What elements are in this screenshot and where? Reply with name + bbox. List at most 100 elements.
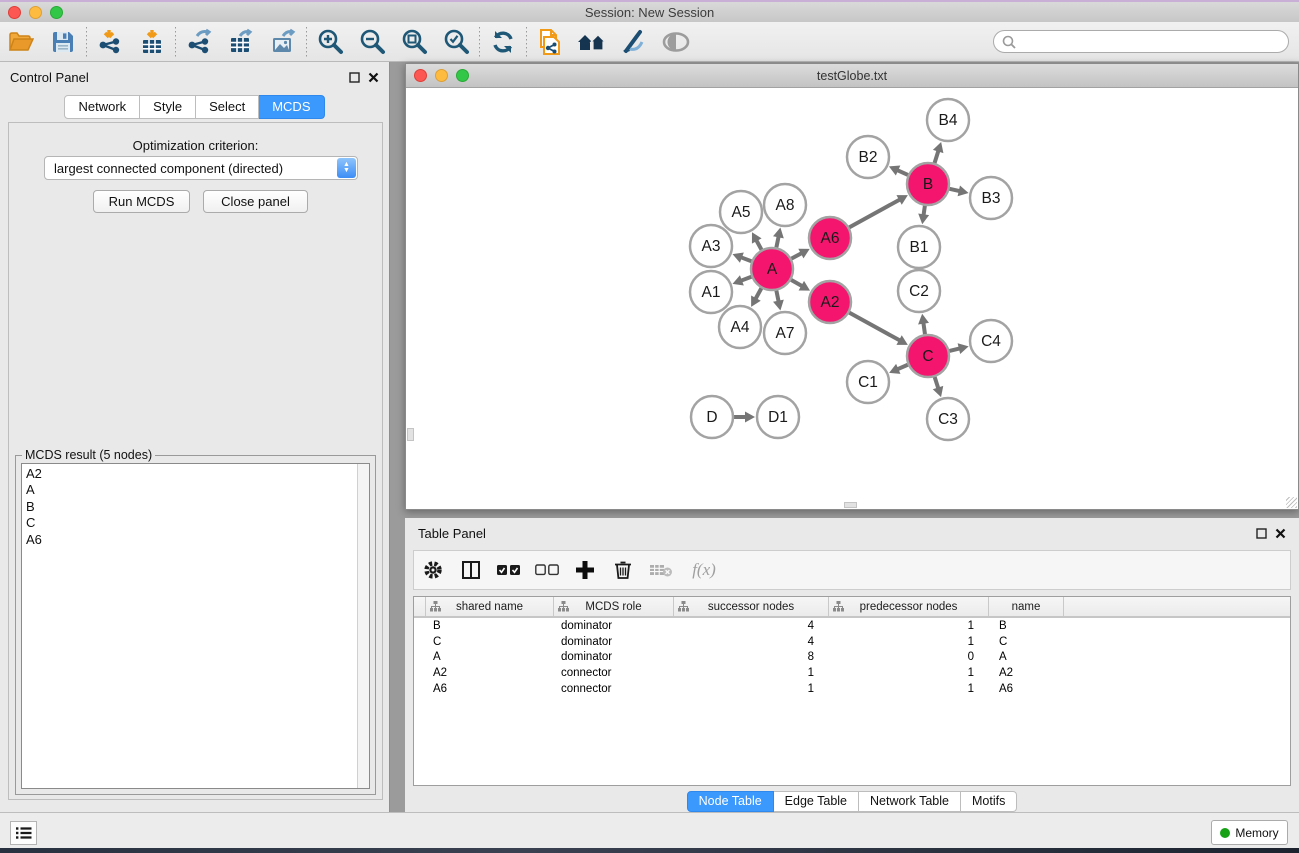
network-canvas[interactable]: B4B2BB3A8A5A6A3B1AA1C2A2A4A7C4CC1DD1C3 [406, 88, 1298, 509]
column-header-shared-name[interactable]: shared name [426, 597, 554, 616]
control-panel-title: Control Panel [10, 70, 349, 85]
graph-edge-B-B4[interactable] [935, 150, 939, 163]
edge-arrowhead [933, 142, 943, 153]
clone-network-icon[interactable] [529, 24, 571, 60]
optimization-criterion-label: Optimization criterion: [9, 138, 382, 153]
control-panel: Control Panel NetworkStyleSelectMCDS Opt… [0, 62, 390, 812]
zoom-fit-icon[interactable] [393, 24, 435, 60]
hide-graphics-details-icon[interactable] [655, 24, 697, 60]
network-window-titlebar[interactable]: testGlobe.txt [406, 64, 1298, 88]
result-list-item[interactable]: C [26, 515, 369, 531]
export-table-icon[interactable] [220, 24, 262, 60]
export-network-icon[interactable] [178, 24, 220, 60]
tab-motifs[interactable]: Motifs [961, 791, 1017, 812]
column-header-successor-nodes[interactable]: successor nodes [674, 597, 829, 616]
column-header-predecessor-nodes[interactable]: predecessor nodes [829, 597, 989, 616]
table-row[interactable]: Adominator80A [414, 650, 1290, 666]
import-table-icon[interactable] [131, 24, 173, 60]
h-scrollbar-thumb[interactable] [844, 502, 857, 508]
column-header-MCDS-role[interactable]: MCDS role [554, 597, 674, 616]
tab-style[interactable]: Style [140, 95, 196, 119]
tab-node-table[interactable]: Node Table [687, 791, 774, 812]
zoom-window-button[interactable] [50, 6, 63, 19]
float-table-panel-icon[interactable] [1256, 528, 1267, 539]
zoom-in-icon[interactable] [309, 24, 351, 60]
graph-node-label: B3 [982, 190, 1001, 207]
task-history-button[interactable] [10, 821, 37, 845]
minimize-window-button[interactable] [29, 6, 42, 19]
graph-node-label: C1 [858, 374, 878, 391]
float-panel-icon[interactable] [349, 72, 360, 83]
mcds-result-list[interactable]: A2ABCA6 [21, 463, 370, 789]
open-file-icon[interactable] [0, 24, 42, 60]
show-graphics-details-icon[interactable] [613, 24, 655, 60]
table-toolbar: f(x) [413, 550, 1291, 590]
select-all-icon[interactable] [490, 553, 528, 587]
table-panel-title: Table Panel [418, 526, 1256, 541]
result-scrollbar[interactable] [357, 464, 369, 788]
close-panel-button[interactable]: Close panel [203, 190, 308, 213]
apply-layout-icon[interactable] [571, 24, 613, 60]
graph-edge-A6-B[interactable] [849, 199, 901, 227]
result-list-item[interactable]: A [26, 482, 369, 498]
control-panel-tabs: NetworkStyleSelectMCDS [0, 95, 389, 119]
result-list-item[interactable]: B [26, 499, 369, 515]
close-window-button[interactable] [8, 6, 21, 19]
search-icon [1001, 34, 1017, 50]
memory-button[interactable]: Memory [1211, 820, 1288, 845]
select-stepper-icon: ▲▼ [337, 158, 356, 178]
table-cell: dominator [554, 634, 674, 650]
close-panel-icon[interactable] [368, 72, 379, 83]
result-list-item[interactable]: A6 [26, 532, 369, 548]
graph-node-label: D1 [768, 409, 788, 426]
resize-grip-icon[interactable] [1286, 497, 1297, 508]
show-column-panel-icon[interactable] [452, 553, 490, 587]
delete-column-icon[interactable] [604, 553, 642, 587]
table-cell: dominator [554, 618, 674, 634]
tab-network[interactable]: Network [64, 95, 140, 119]
close-table-panel-icon[interactable] [1275, 528, 1286, 539]
tab-network-table[interactable]: Network Table [859, 791, 961, 812]
save-session-icon[interactable] [42, 24, 84, 60]
table-options-icon[interactable] [414, 553, 452, 587]
graph-edge-A2-C[interactable] [849, 313, 901, 341]
zoom-selected-icon[interactable] [435, 24, 477, 60]
network-close-button[interactable] [414, 69, 427, 82]
deselect-all-icon[interactable] [528, 553, 566, 587]
table-cell: A6 [989, 681, 1064, 697]
table-cell: 8 [674, 650, 829, 666]
export-image-icon[interactable] [262, 24, 304, 60]
table-body: Bdominator41BCdominator41CAdominator80AA… [414, 618, 1290, 697]
table-cell: B [989, 618, 1064, 634]
graph-node-label: A7 [776, 325, 795, 342]
network-zoom-button[interactable] [456, 69, 469, 82]
tab-select[interactable]: Select [196, 95, 259, 119]
table-row[interactable]: Bdominator41B [414, 618, 1290, 634]
table-cell: 0 [829, 650, 989, 666]
table-row[interactable]: Cdominator41C [414, 634, 1290, 650]
column-header-name[interactable]: name [989, 597, 1064, 616]
edge-arrowhead [773, 228, 784, 239]
graph-edge-A-A2[interactable] [791, 280, 803, 287]
v-scrollbar-thumb[interactable] [407, 428, 414, 441]
search-input[interactable] [993, 30, 1289, 53]
table-row[interactable]: A2connector11A2 [414, 665, 1290, 681]
table-row[interactable]: A6connector11A6 [414, 681, 1290, 697]
edge-arrowhead [958, 185, 969, 196]
search-field[interactable] [993, 30, 1289, 53]
result-list-item[interactable]: A2 [26, 466, 369, 482]
tab-mcds[interactable]: MCDS [259, 95, 324, 119]
run-mcds-button[interactable]: Run MCDS [93, 190, 190, 213]
zoom-out-icon[interactable] [351, 24, 393, 60]
edge-arrowhead [933, 386, 943, 397]
network-minimize-button[interactable] [435, 69, 448, 82]
refresh-network-icon[interactable] [482, 24, 524, 60]
network-graph[interactable]: B4B2BB3A8A5A6A3B1AA1C2A2A4A7C4CC1DD1C3 [406, 88, 1298, 509]
tab-edge-table[interactable]: Edge Table [774, 791, 859, 812]
create-column-icon[interactable] [566, 553, 604, 587]
table-cell: C [426, 634, 554, 650]
import-network-icon[interactable] [89, 24, 131, 60]
table-cell: C [989, 634, 1064, 650]
optimization-criterion-select[interactable]: largest connected component (directed) ▲… [44, 156, 358, 180]
status-bar: Memory [0, 812, 1299, 848]
